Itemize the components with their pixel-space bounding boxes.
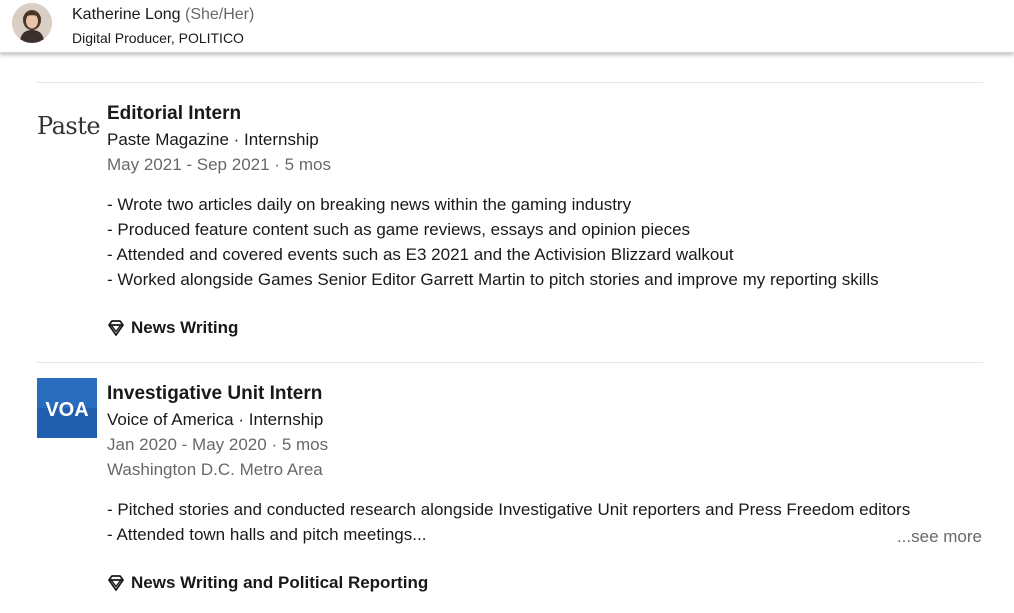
avatar[interactable]	[12, 3, 52, 43]
diamond-icon	[108, 575, 124, 591]
skills-label: News Writing and Political Reporting	[131, 573, 429, 592]
profile-name: Katherine Long (She/Her)	[72, 6, 254, 24]
description-line: - Worked alongside Games Senior Editor G…	[107, 270, 879, 289]
experience-dates: May 2021 - Sep 2021 · 5 mos	[107, 155, 331, 174]
section-divider	[37, 82, 983, 83]
description-line: - Produced feature content such as game …	[107, 220, 691, 239]
description-line: - Pitched stories and conducted research…	[107, 500, 911, 519]
experience-dates: Jan 2020 - May 2020 · 5 mos	[107, 435, 329, 454]
skills-row[interactable]: News Writing and Political Reporting	[107, 571, 428, 595]
item-divider	[37, 362, 983, 363]
skills-row[interactable]: News Writing	[107, 316, 238, 340]
experience-company: Paste Magazine · Internship	[107, 130, 319, 149]
profile-name-text: Katherine Long	[72, 6, 181, 23]
description-line: - Attended town halls and pitch meetings…	[107, 525, 427, 544]
paste-magazine-logo[interactable]: Paste	[37, 112, 101, 142]
experience-location: Washington D.C. Metro Area	[107, 460, 323, 479]
experience-title[interactable]: Investigative Unit Intern	[107, 383, 322, 405]
experience-company: Voice of America · Internship	[107, 410, 324, 429]
voice-of-america-logo[interactable]: VOA	[37, 378, 97, 438]
description-line: - Attended and covered events such as E3…	[107, 245, 734, 264]
diamond-icon	[108, 320, 124, 336]
experience-title[interactable]: Editorial Intern	[107, 103, 241, 125]
voa-logo-text: VOA	[45, 399, 88, 421]
pronouns: (She/Her)	[184, 6, 255, 23]
profile-sticky-header: Katherine Long (She/Her) Digital Produce…	[0, 0, 1014, 53]
description-line: - Wrote two articles daily on breaking n…	[107, 195, 632, 214]
profile-headline: Digital Producer, POLITICO	[72, 30, 244, 46]
skills-label: News Writing	[131, 318, 239, 337]
see-more-button[interactable]: ...see more	[897, 527, 982, 547]
